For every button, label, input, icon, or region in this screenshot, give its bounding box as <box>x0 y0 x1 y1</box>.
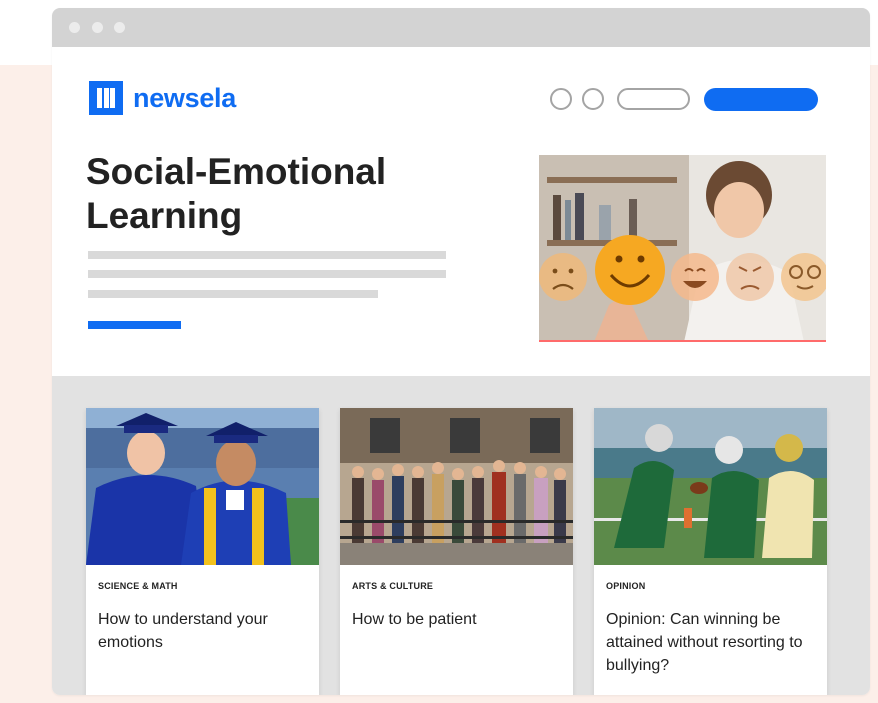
accent-underline <box>88 321 181 329</box>
article-title[interactable]: How to understand your emotions <box>98 608 308 654</box>
window-maximize-dot[interactable] <box>114 22 125 33</box>
nav-circle-button-2[interactable] <box>582 88 604 110</box>
article-category: SCIENCE & MATH <box>98 581 178 591</box>
nav-pill-button[interactable] <box>617 88 690 110</box>
sad-face-icon <box>539 253 587 301</box>
page-title: Social-Emotional Learning <box>86 151 387 236</box>
article-title[interactable]: Opinion: Can winning be attained without… <box>606 608 816 677</box>
placeholder-text-line <box>88 251 446 259</box>
window-close-dot[interactable] <box>69 22 80 33</box>
article-card[interactable]: ARTS & CULTURE How to be patient <box>340 408 573 695</box>
angry-face-icon <box>726 253 774 301</box>
nav-circle-button-1[interactable] <box>550 88 572 110</box>
article-title[interactable]: How to be patient <box>352 608 562 631</box>
article-card[interactable]: SCIENCE & MATH How to understand your em… <box>86 408 319 695</box>
logo-text: newsela <box>133 83 236 113</box>
article-category: ARTS & CULTURE <box>352 581 434 591</box>
article-card[interactable]: OPINION Opinion: Can winning be attained… <box>594 408 827 695</box>
laughing-face-icon <box>671 253 719 301</box>
browser-window: newsela Social-Emotional Learning SCIENC… <box>52 8 870 695</box>
placeholder-text-line <box>88 270 446 278</box>
article-image-football <box>594 408 827 565</box>
logo-mark-icon <box>89 81 123 115</box>
browser-titlebar <box>52 8 870 47</box>
happy-face-icon <box>595 235 665 305</box>
nav-primary-button[interactable] <box>704 88 818 111</box>
article-image-graduates <box>86 408 319 565</box>
window-minimize-dot[interactable] <box>92 22 103 33</box>
article-image-people-in-line <box>340 408 573 565</box>
placeholder-text-line <box>88 290 378 298</box>
article-category: OPINION <box>606 581 646 591</box>
hero-image[interactable] <box>539 155 826 342</box>
newsela-logo[interactable]: newsela <box>89 81 236 115</box>
